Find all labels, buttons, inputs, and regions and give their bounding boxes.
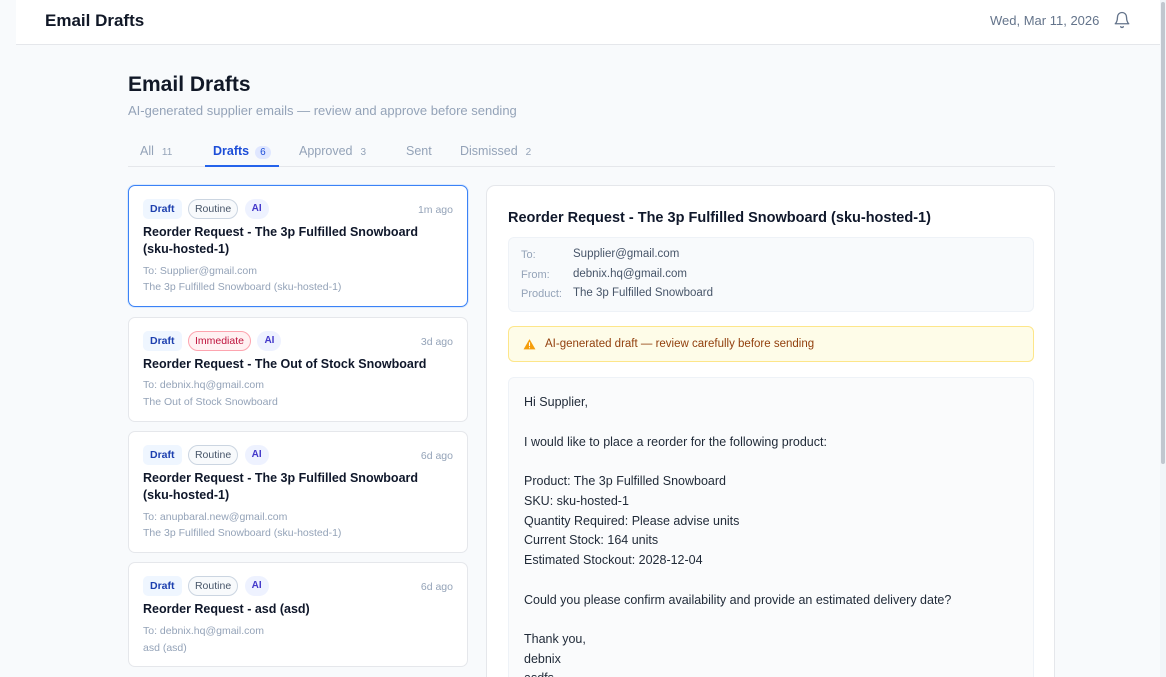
tab-dismissed[interactable]: Dismissed 2 [460,136,531,167]
tab-count: 2 [525,147,532,158]
draft-title: Reorder Request - asd (asd) [143,602,310,616]
from-value: debnix.hq@gmail.com [573,268,687,280]
draft-card[interactable]: Draft Routine AI 1m ago Reorder Request … [128,185,468,307]
tab-label: Dismissed [460,144,518,158]
tab-label: Approved [299,144,353,158]
email-body[interactable]: Hi Supplier, I would like to place a reo… [508,377,1034,677]
draft-detail-panel: Reorder Request - The 3p Fulfilled Snowb… [486,185,1055,677]
draft-product: The 3p Fulfilled Snowboard (sku-hosted-1… [143,527,342,539]
body-greeting: Hi Supplier, [524,395,588,409]
body-intro: I would like to place a reorder for the … [524,435,827,449]
scrollbar-thumb[interactable] [1161,2,1165,464]
draft-product: The Out of Stock Snowboard [143,396,278,408]
current-date: Wed, Mar 11, 2026 [990,13,1100,28]
priority-badge: Routine [187,445,239,465]
status-badge: Draft [143,331,182,351]
to-label: To: [521,249,536,261]
tab-drafts[interactable]: Drafts 6 [205,136,279,167]
tab-approved[interactable]: Approved 3 [299,136,366,167]
tab-sent[interactable]: Sent [406,136,432,167]
draft-product: The 3p Fulfilled Snowboard (sku-hosted-1… [143,281,342,293]
priority-badge: Immediate [187,331,251,351]
draft-time: 1m ago [417,204,453,216]
status-badge: Draft [143,445,182,465]
draft-title: Reorder Request - The 3p Fulfilled Snowb… [143,225,419,256]
draft-time: 6d ago [420,450,453,462]
body-quantity: Quantity Required: Please advise units [524,514,740,528]
body-signature: debnix [524,652,561,666]
draft-recipient: To: debnix.hq@gmail.com [143,625,264,637]
bell-icon[interactable] [1113,11,1131,29]
ai-warning-banner: AI-generated draft — review carefully be… [508,326,1034,362]
page-title: Email Drafts [128,73,251,96]
draft-recipient: To: debnix.hq@gmail.com [143,379,264,391]
priority-badge: Routine [187,576,239,596]
draft-time: 3d ago [420,336,453,348]
priority-badge: Routine [187,199,239,219]
draft-title: Reorder Request - The 3p Fulfilled Snowb… [143,471,419,502]
app-title: Email Drafts [45,11,145,30]
product-label: Product: [521,288,562,300]
body-extra: asdfs [524,671,554,677]
draft-card[interactable]: Draft Routine AI 6d ago Reorder Request … [128,562,468,667]
ai-badge: AI [244,576,269,596]
page-subtitle: AI-generated supplier emails — review an… [128,103,517,118]
ai-badge: AI [244,445,269,465]
badge-group: Draft Immediate AI [143,331,283,351]
tab-count: 3 [360,147,367,158]
warning-text: AI-generated draft — review carefully be… [545,338,815,350]
filter-tabs: All 11 Drafts 6 Approved 3 Sent Dismissed 2 [128,136,1055,167]
draft-title: Reorder Request - The Out of Stock Snowb… [143,357,427,371]
draft-product: asd (asd) [143,642,187,654]
tab-count: 11 [161,147,173,158]
product-value: The 3p Fulfilled Snowboard [573,287,713,299]
to-value: Supplier@gmail.com [573,248,680,260]
draft-card[interactable]: Draft Routine AI 6d ago Reorder Request … [128,431,468,553]
body-question: Could you please confirm availability an… [524,593,952,607]
ai-badge: AI [257,331,282,351]
detail-title: Reorder Request - The 3p Fulfilled Snowb… [508,210,931,226]
warning-icon [523,339,536,350]
badge-group: Draft Routine AI [143,199,271,219]
status-badge: Draft [143,576,182,596]
tab-label: Drafts [213,144,250,158]
from-label: From: [521,269,550,281]
tab-all[interactable]: All 11 [140,136,172,167]
tab-label: Sent [406,144,432,158]
email-meta: To: Supplier@gmail.com From: debnix.hq@g… [508,237,1034,312]
badge-group: Draft Routine AI [143,576,271,596]
top-bar: Email Drafts Wed, Mar 11, 2026 [16,0,1160,45]
body-stockout: Estimated Stockout: 2028-12-04 [524,553,703,567]
badge-group: Draft Routine AI [143,445,271,465]
body-closing: Thank you, [524,632,586,646]
draft-recipient: To: Supplier@gmail.com [143,265,257,277]
body-product: Product: The 3p Fulfilled Snowboard [524,474,726,488]
ai-badge: AI [244,199,269,219]
draft-card[interactable]: Draft Immediate AI 3d ago Reorder Reques… [128,317,468,422]
body-sku: SKU: sku-hosted-1 [524,494,629,508]
tab-count: 6 [255,146,271,159]
status-badge: Draft [143,199,182,219]
draft-recipient: To: anupbaral.new@gmail.com [143,511,288,523]
body-stock: Current Stock: 164 units [524,533,659,547]
draft-time: 6d ago [420,581,453,593]
tab-label: All [140,144,154,158]
